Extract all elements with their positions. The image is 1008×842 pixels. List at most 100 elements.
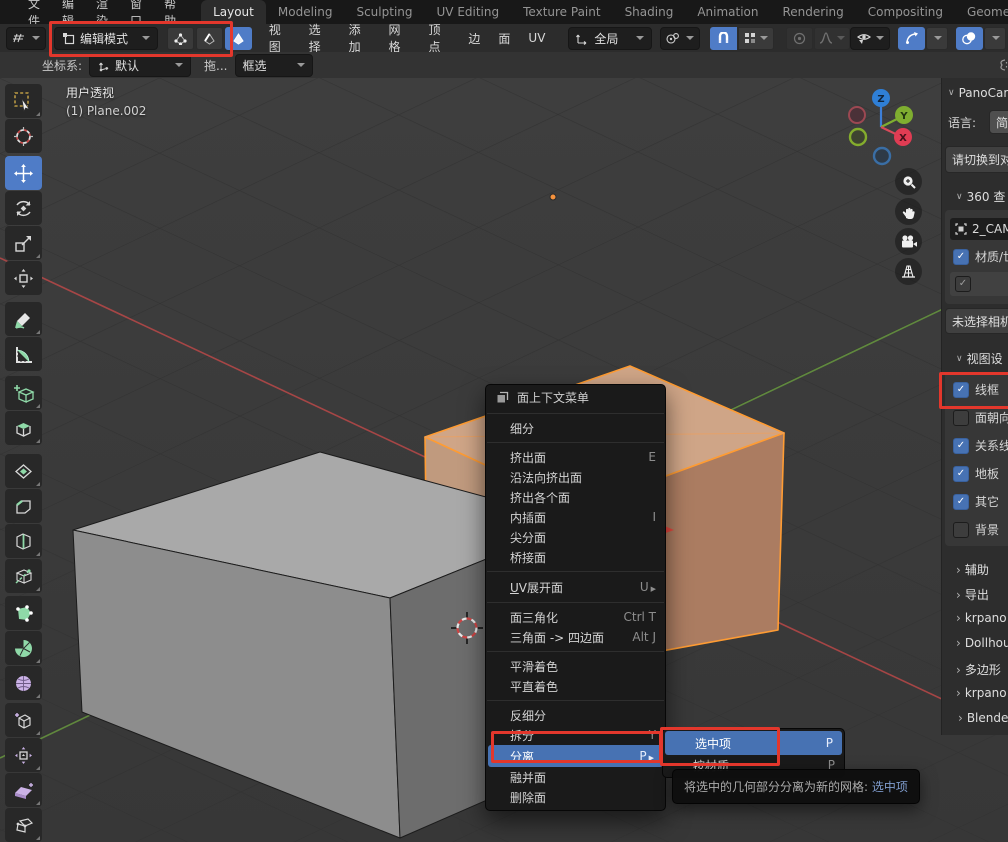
panel-view-settings-header[interactable]: 视图设	[956, 350, 1003, 367]
menu-item-poke-faces[interactable]: 尖分面	[486, 527, 665, 547]
pan-button[interactable]	[895, 198, 922, 225]
navigation-gizmo[interactable]: Z Y X	[845, 85, 925, 170]
menu-item-shade-flat[interactable]: 平直着色	[486, 676, 665, 696]
tool-move[interactable]	[5, 156, 42, 190]
tool-smooth[interactable]	[5, 666, 42, 700]
editor-type-button[interactable]	[6, 27, 46, 50]
tool-rotate[interactable]	[5, 191, 42, 225]
tool-shear[interactable]	[5, 773, 42, 807]
no-camera-button[interactable]: 未选择相机	[945, 308, 1008, 334]
tool-extrude-region[interactable]	[5, 411, 42, 445]
panel-krpano2-header[interactable]: krpano	[956, 686, 1007, 700]
zoom-button[interactable]	[895, 168, 922, 195]
menu-window[interactable]: 窗口	[119, 0, 153, 24]
menu-item-dissolve-faces[interactable]: 融并面	[486, 767, 665, 787]
gizmo-x-neg[interactable]	[849, 107, 865, 123]
tool-knife[interactable]	[5, 559, 42, 593]
show-overlays-button[interactable]	[956, 27, 983, 50]
gizmo-z-neg[interactable]	[874, 148, 890, 164]
wireframe-checkbox[interactable]	[953, 382, 969, 398]
gizmo-dropdown[interactable]	[926, 27, 948, 50]
gizmo-y-neg[interactable]	[850, 129, 866, 145]
transform-orientation-dropdown[interactable]: 全局	[568, 27, 652, 50]
tool-bevel[interactable]	[5, 489, 42, 523]
relationship-lines-checkbox[interactable]	[953, 438, 969, 454]
face-orientation-checkbox[interactable]	[953, 410, 969, 426]
menu-item-tris-to-quads[interactable]: 三角面 -> 四边面Alt J	[486, 627, 665, 647]
material-world-checkbox[interactable]	[953, 249, 969, 265]
menu-item-extrude-faces[interactable]: 挤出面E	[486, 447, 665, 467]
menu-vertex[interactable]: 顶点	[419, 24, 459, 52]
menu-edge[interactable]: 边	[459, 24, 489, 52]
background-checkbox[interactable]	[953, 522, 969, 538]
floor-checkbox[interactable]	[953, 466, 969, 482]
panel-dollhouse-header[interactable]: Dollhou	[956, 636, 1008, 650]
edge-select-button[interactable]	[196, 27, 223, 50]
tool-tweak-select[interactable]	[5, 84, 42, 118]
menu-face[interactable]: 面	[489, 24, 519, 52]
face-select-button[interactable]	[225, 27, 252, 50]
menu-item-inset-faces[interactable]: 内插面I	[486, 507, 665, 527]
object-visibility-dropdown[interactable]	[850, 27, 890, 50]
tab-layout[interactable]: Layout	[201, 0, 266, 24]
tab-compositing[interactable]: Compositing	[856, 0, 955, 24]
vertex-select-button[interactable]	[167, 27, 194, 50]
sub-option-checkbox[interactable]	[955, 276, 971, 292]
tool-annotate[interactable]	[5, 302, 42, 336]
menu-view[interactable]: 视图	[260, 24, 300, 52]
menu-item-extrude-along-normals[interactable]: 沿法向挤出面	[486, 467, 665, 487]
tab-shading[interactable]: Shading	[613, 0, 686, 24]
menu-item-shade-smooth[interactable]: 平滑着色	[486, 656, 665, 676]
panel-polygon-header[interactable]: 多边形	[956, 661, 1001, 678]
tool-loop-cut[interactable]	[5, 524, 42, 558]
menu-edit[interactable]: 编辑	[51, 0, 85, 24]
tool-cursor[interactable]	[5, 119, 42, 153]
panel-360-header[interactable]: 360 查	[956, 188, 1005, 205]
tab-animation[interactable]: Animation	[685, 0, 770, 24]
default-orientation-dropdown[interactable]: 默认	[89, 54, 191, 77]
snap-toggle-button[interactable]	[710, 27, 737, 50]
proportional-edit-button[interactable]	[786, 27, 813, 50]
tool-poly-build[interactable]	[5, 596, 42, 630]
menu-item-split[interactable]: 拆分Y	[486, 725, 665, 745]
menu-select[interactable]: 选择	[300, 24, 340, 52]
panel-panocam-header[interactable]: PanoCama	[948, 86, 1008, 100]
tool-add-cube[interactable]	[5, 376, 42, 410]
mode-dropdown[interactable]: 编辑模式	[54, 27, 158, 50]
other-checkbox[interactable]	[953, 494, 969, 510]
menu-help[interactable]: 帮助	[153, 0, 187, 24]
menu-item-triangulate[interactable]: 面三角化Ctrl T	[486, 607, 665, 627]
menu-item-separate[interactable]: 分离 P	[488, 745, 663, 767]
projection-toggle-button[interactable]	[895, 258, 922, 285]
language-select[interactable]: 简	[989, 110, 1008, 134]
panel-blender-header[interactable]: Blende	[958, 711, 1008, 725]
tool-measure[interactable]	[5, 337, 42, 371]
tool-transform[interactable]	[5, 261, 42, 295]
snap-target-dropdown[interactable]	[738, 27, 774, 50]
overlays-dropdown[interactable]	[984, 27, 1006, 50]
submenu-item-selection[interactable]: 选中项 P	[665, 731, 842, 755]
tool-inset-faces[interactable]	[5, 454, 42, 488]
pivot-point-dropdown[interactable]	[660, 27, 700, 50]
panel-export-header[interactable]: 导出	[956, 586, 989, 603]
tab-rendering[interactable]: Rendering	[771, 0, 856, 24]
menu-render[interactable]: 渲染	[85, 0, 119, 24]
menu-item-unsubdivide[interactable]: 反细分	[486, 705, 665, 725]
tool-rip-region[interactable]	[5, 808, 42, 842]
tool-shrink-fatten[interactable]	[5, 738, 42, 772]
tool-scale[interactable]	[5, 226, 42, 260]
menu-mesh[interactable]: 网格	[380, 24, 420, 52]
menu-uv[interactable]: UV	[519, 24, 554, 52]
tool-randomize[interactable]	[5, 703, 42, 737]
menu-item-uv-unwrap[interactable]: UV展开面 U	[486, 576, 665, 598]
menu-item-subdivide[interactable]: 细分	[486, 418, 665, 438]
camera-object-field[interactable]: 2_CAM	[950, 218, 1008, 240]
panel-krpano-header[interactable]: krpano	[956, 611, 1007, 625]
panel-assist-header[interactable]: 辅助	[956, 561, 989, 578]
tab-geometry-nodes[interactable]: Geometry Nodes	[955, 0, 1008, 24]
menu-add[interactable]: 添加	[340, 24, 380, 52]
menu-file[interactable]: 文件	[17, 0, 51, 24]
tab-texture-paint[interactable]: Texture Paint	[511, 0, 612, 24]
drag-mode-dropdown[interactable]: 框选	[235, 54, 313, 77]
menu-item-bridge-faces[interactable]: 桥接面	[486, 547, 665, 567]
